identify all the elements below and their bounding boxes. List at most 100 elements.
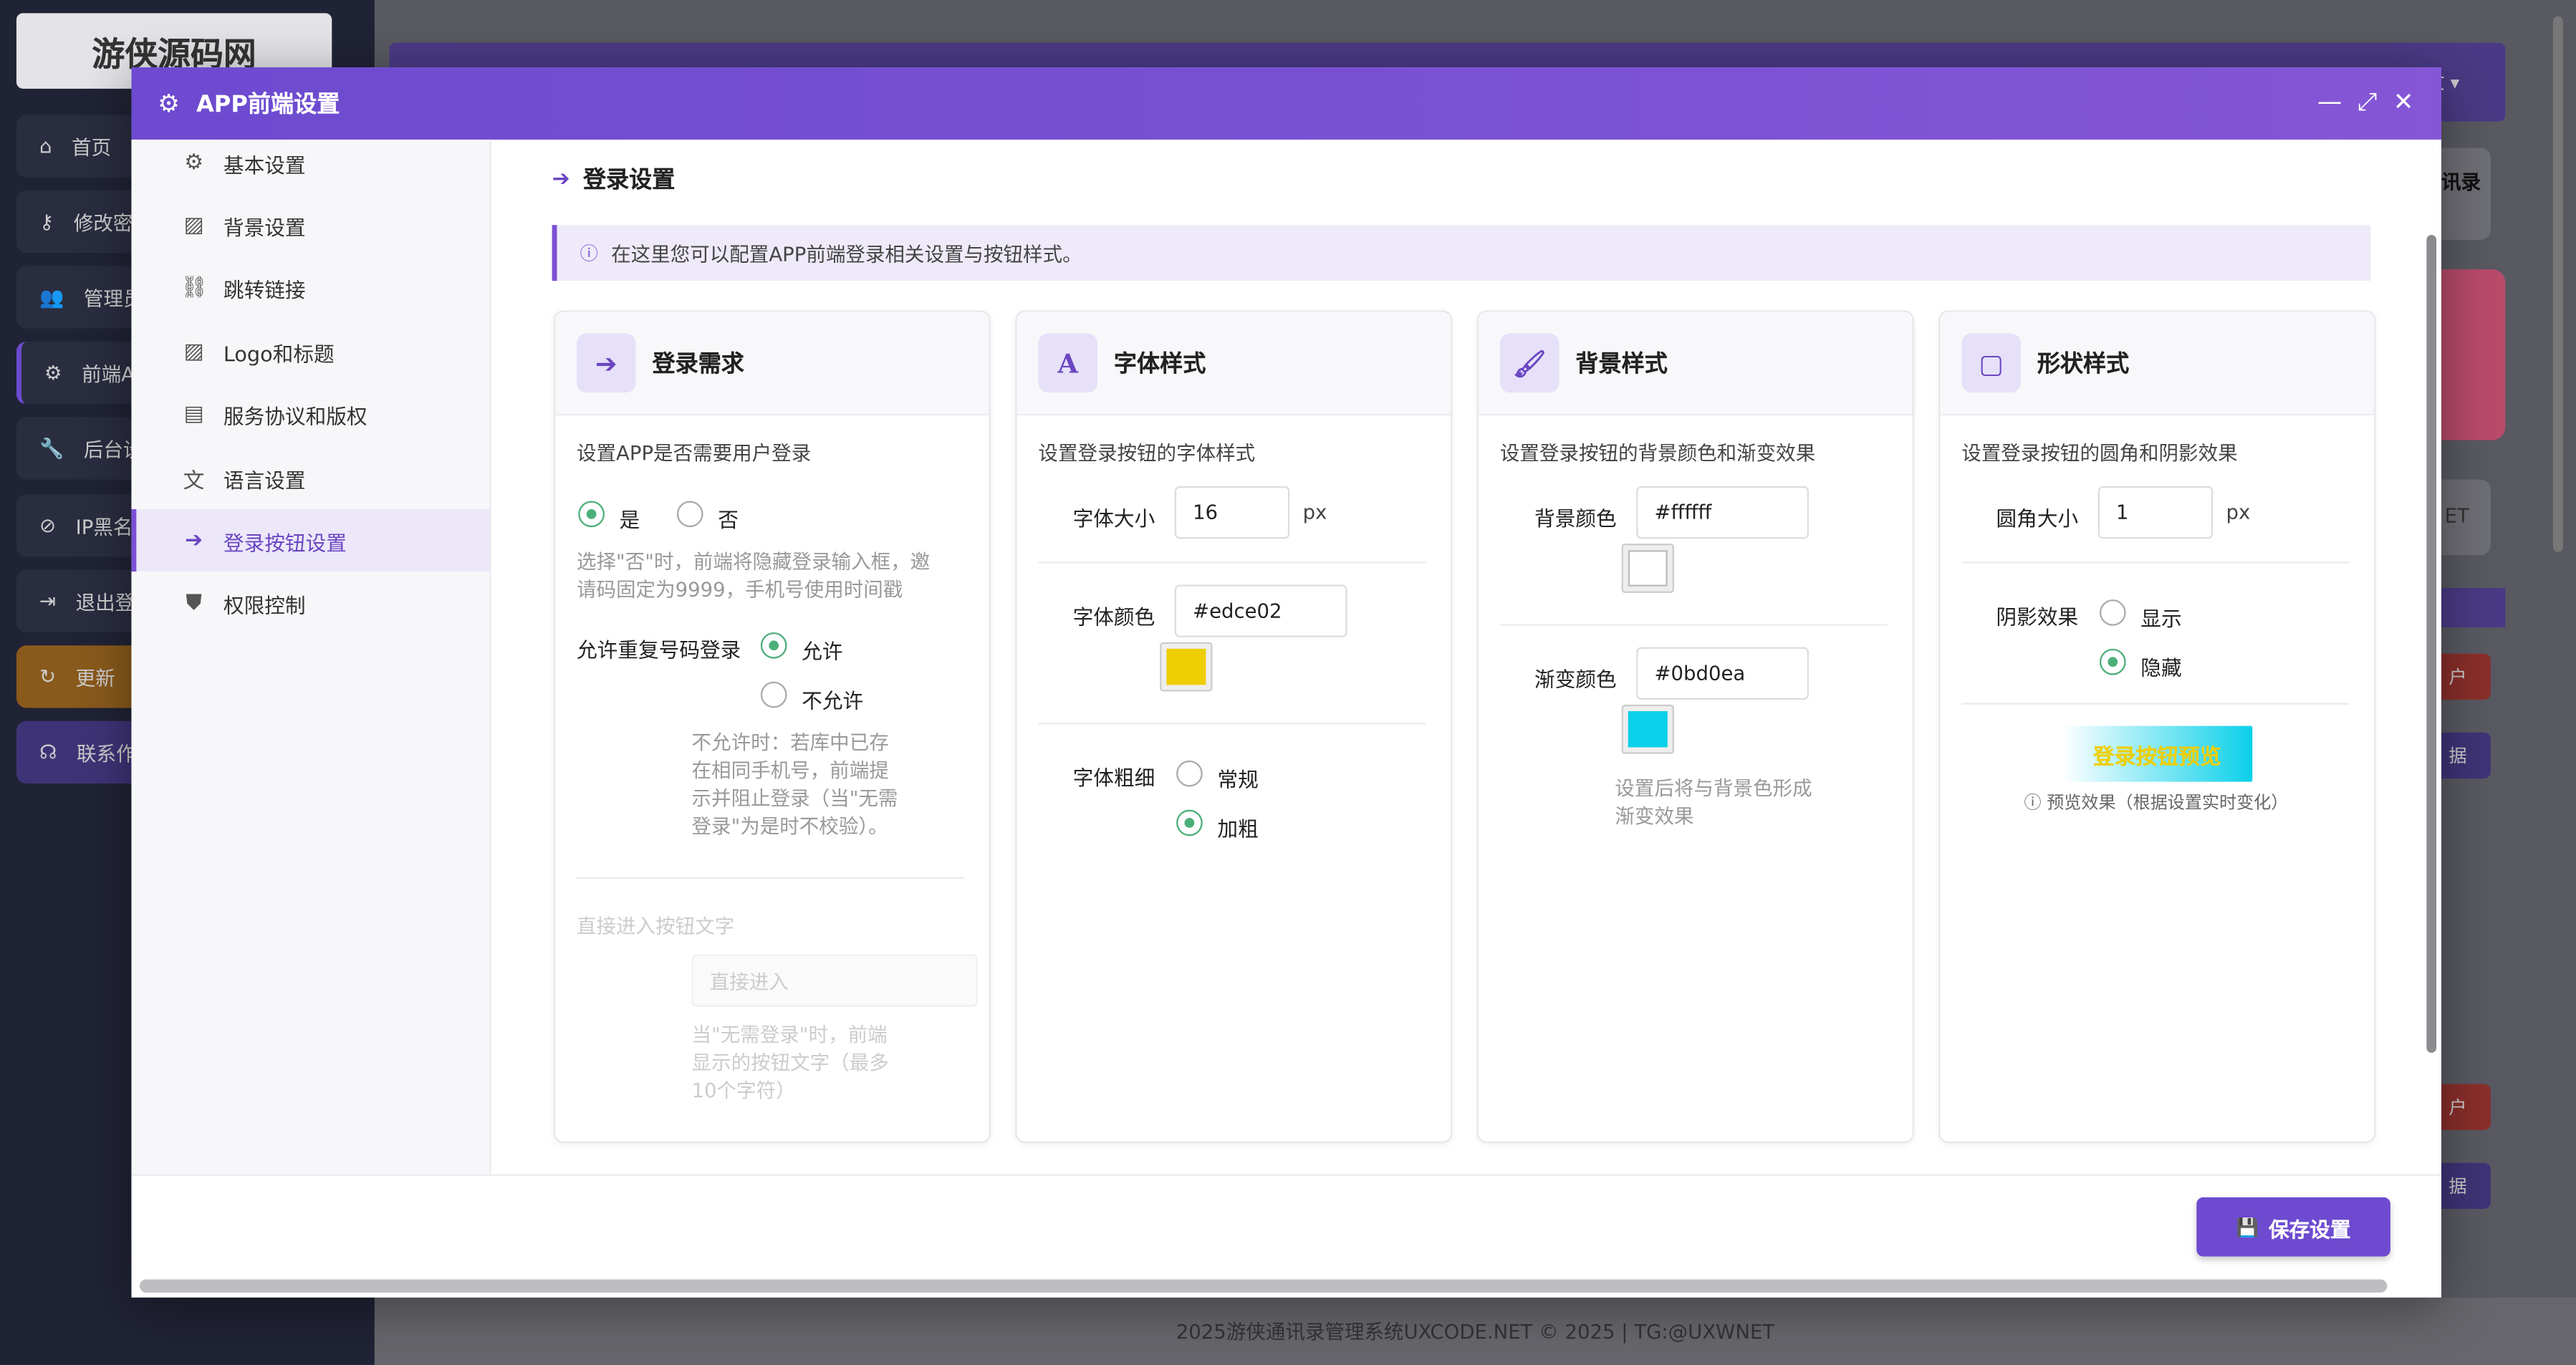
save-icon: 💾	[2236, 1216, 2259, 1238]
image-icon: ▨	[183, 339, 204, 365]
bg-color-picker[interactable]	[1621, 544, 1674, 593]
settings-nav-item[interactable]: ➔ 登录按钮设置	[131, 509, 490, 572]
font-size-input[interactable]: 16	[1174, 486, 1290, 539]
divider	[1499, 624, 1888, 626]
settings-nav-label: 基本设置	[223, 152, 306, 177]
settings-modal: ⚙ APP前端设置 — ⤢ ✕ ⚙ 基本设置 ▨ 背景设置 ⛓ 跳转链接 ▨ Logo和标题 ▤…	[131, 67, 2441, 1298]
login-icon: ➔	[576, 333, 636, 393]
font-weight-label: 字体粗细	[1072, 765, 1155, 791]
modal-title: APP前端设置	[196, 92, 340, 119]
gradient-color-input[interactable]: #0bd0ea	[1636, 647, 1810, 700]
login-required-no-radio[interactable]	[676, 501, 703, 528]
login-icon: ➔	[552, 166, 570, 192]
minimize-icon[interactable]: —	[2313, 87, 2346, 117]
radio-label: 显示	[2140, 606, 2182, 631]
divider	[1961, 561, 2350, 564]
divider	[1961, 703, 2350, 705]
shadow-show-radio[interactable]	[2099, 599, 2126, 626]
ban-icon: ⊘	[39, 513, 57, 537]
settings-nav-item[interactable]: ▨ Logo和标题	[131, 321, 489, 383]
direct-enter-label: 直接进入按钮文字	[576, 915, 735, 938]
shadow-hide-radio[interactable]	[2099, 648, 2126, 675]
save-button-label: 保存设置	[2268, 1216, 2351, 1241]
font-color-picker[interactable]	[1160, 642, 1213, 692]
save-button[interactable]: 💾 保存设置	[2196, 1197, 2390, 1257]
logout-icon: ⇥	[39, 589, 57, 613]
font-color-label: 字体颜色	[1072, 604, 1155, 630]
note-line: 不允许时：若库中已存	[691, 730, 889, 754]
unit-label: px	[1302, 501, 1327, 524]
radio-label: 否	[718, 507, 739, 533]
font-weight-normal-radio[interactable]	[1176, 760, 1203, 787]
background-card-et-label: ET	[2444, 504, 2469, 528]
disallow-repeat-radio[interactable]	[760, 681, 787, 708]
login-button-preview[interactable]: 登录按钮预览	[2062, 725, 2253, 782]
settings-nav-label: Logo和标题	[223, 341, 335, 366]
color-swatch	[1628, 550, 1668, 587]
info-alert: ⓘ 在这里您可以配置APP前端登录相关设置与按钮样式。	[552, 225, 2371, 281]
font-size-label: 字体大小	[1072, 506, 1155, 531]
divider	[1038, 561, 1426, 564]
settings-nav-item[interactable]: ⛊ 权限控制	[131, 573, 489, 635]
wrench-icon: 🔧	[39, 437, 64, 460]
note-line: 在相同手机号，前端提	[691, 758, 889, 782]
settings-nav-label: 登录按钮设置	[223, 530, 347, 555]
settings-nav-item[interactable]: ⛓ 跳转链接	[131, 258, 489, 320]
login-required-note: 选择"否"时，前端将隐藏登录输入框，邀 请码固定为9999，手机号使用时间戳	[577, 549, 930, 604]
allow-repeat-radio[interactable]	[760, 632, 787, 659]
radio-label: 允许	[802, 639, 843, 664]
settings-content: ➔ 登录设置 ⓘ 在这里您可以配置APP前端登录相关设置与按钮样式。 ➔ 登录需…	[519, 140, 2408, 1240]
card-title: 登录需求	[652, 351, 744, 378]
settings-nav-item[interactable]: 文语言设置	[131, 447, 489, 509]
background-nav-label: 前端A	[82, 362, 135, 385]
shield-icon: ⛊	[186, 592, 202, 617]
font-color-input[interactable]: #edce02	[1174, 584, 1347, 637]
settings-nav-label: 权限控制	[223, 593, 306, 618]
color-swatch	[1628, 711, 1668, 748]
note-line: 渐变效果	[1615, 804, 1694, 828]
maximize-icon[interactable]: ⤢	[2351, 87, 2384, 117]
login-requirement-card: ➔ 登录需求 设置APP是否需要用户登录 是 否 选择"否"时，前端将隐藏登录输…	[553, 310, 991, 1144]
section-title: ➔ 登录设置	[552, 163, 676, 196]
close-icon[interactable]: ✕	[2387, 87, 2420, 117]
file-icon: ▤	[183, 402, 204, 428]
background-nav-label: 更新	[75, 665, 115, 690]
card-description: 设置登录按钮的背景颜色和渐变效果	[1499, 441, 1816, 466]
login-required-yes-radio[interactable]	[578, 501, 605, 528]
background-card-title: 讯录	[2441, 170, 2481, 194]
square-icon: ▢	[1961, 333, 2021, 393]
radius-input[interactable]: 1	[2097, 486, 2214, 539]
login-icon: ➔	[185, 529, 203, 554]
card-description: 设置登录按钮的圆角和阴影效果	[1961, 441, 2238, 466]
direct-enter-input[interactable]: 直接进入	[691, 954, 978, 1007]
background-nav-label: IP黑名	[75, 514, 133, 539]
settings-nav-label: 语言设置	[223, 467, 306, 492]
font-style-card: A 字体样式 设置登录按钮的字体样式 字体大小 16 px 字体颜色 #edce…	[1015, 310, 1453, 1144]
radio-label: 不允许	[802, 688, 864, 713]
shape-style-card: ▢ 形状样式 设置登录按钮的圆角和阴影效果 圆角大小 1 px 阴影效果 显示 …	[1938, 310, 2376, 1144]
bg-color-input[interactable]: #ffffff	[1636, 486, 1810, 539]
settings-nav-item[interactable]: ⚙ 基本设置	[131, 131, 489, 193]
settings-nav-item[interactable]: ▨ 背景设置	[131, 195, 489, 257]
settings-nav-item[interactable]: ▤ 服务协议和版权	[131, 384, 489, 446]
note-line: 请码固定为9999，手机号使用时间戳	[576, 578, 903, 602]
background-nav-label: 首页	[72, 135, 112, 159]
link-icon: ⛓	[181, 276, 208, 302]
gradient-color-label: 渐变颜色	[1534, 667, 1617, 692]
divider	[1038, 723, 1426, 725]
language-icon: 文	[183, 468, 205, 494]
note-line: 10个字符）	[691, 1079, 796, 1102]
image-icon: ▨	[183, 213, 204, 238]
horizontal-scrollbar[interactable]	[139, 1279, 2388, 1293]
note-line: 选择"否"时，前端将隐藏登录输入框，邀	[576, 550, 931, 574]
card-header: ➔ 登录需求	[555, 312, 989, 416]
font-weight-bold-radio[interactable]	[1176, 809, 1203, 836]
page-scrollbar[interactable]	[2552, 16, 2563, 552]
card-header: A 字体样式	[1017, 312, 1451, 416]
info-icon: ⓘ	[580, 243, 598, 265]
gear-icon: ⚙	[158, 88, 181, 119]
content-scrollbar[interactable]	[2426, 234, 2437, 1053]
card-title: 字体样式	[1113, 351, 1206, 378]
gradient-color-picker[interactable]	[1621, 704, 1674, 754]
note-line: 登录"为是时不校验）。	[691, 814, 888, 838]
